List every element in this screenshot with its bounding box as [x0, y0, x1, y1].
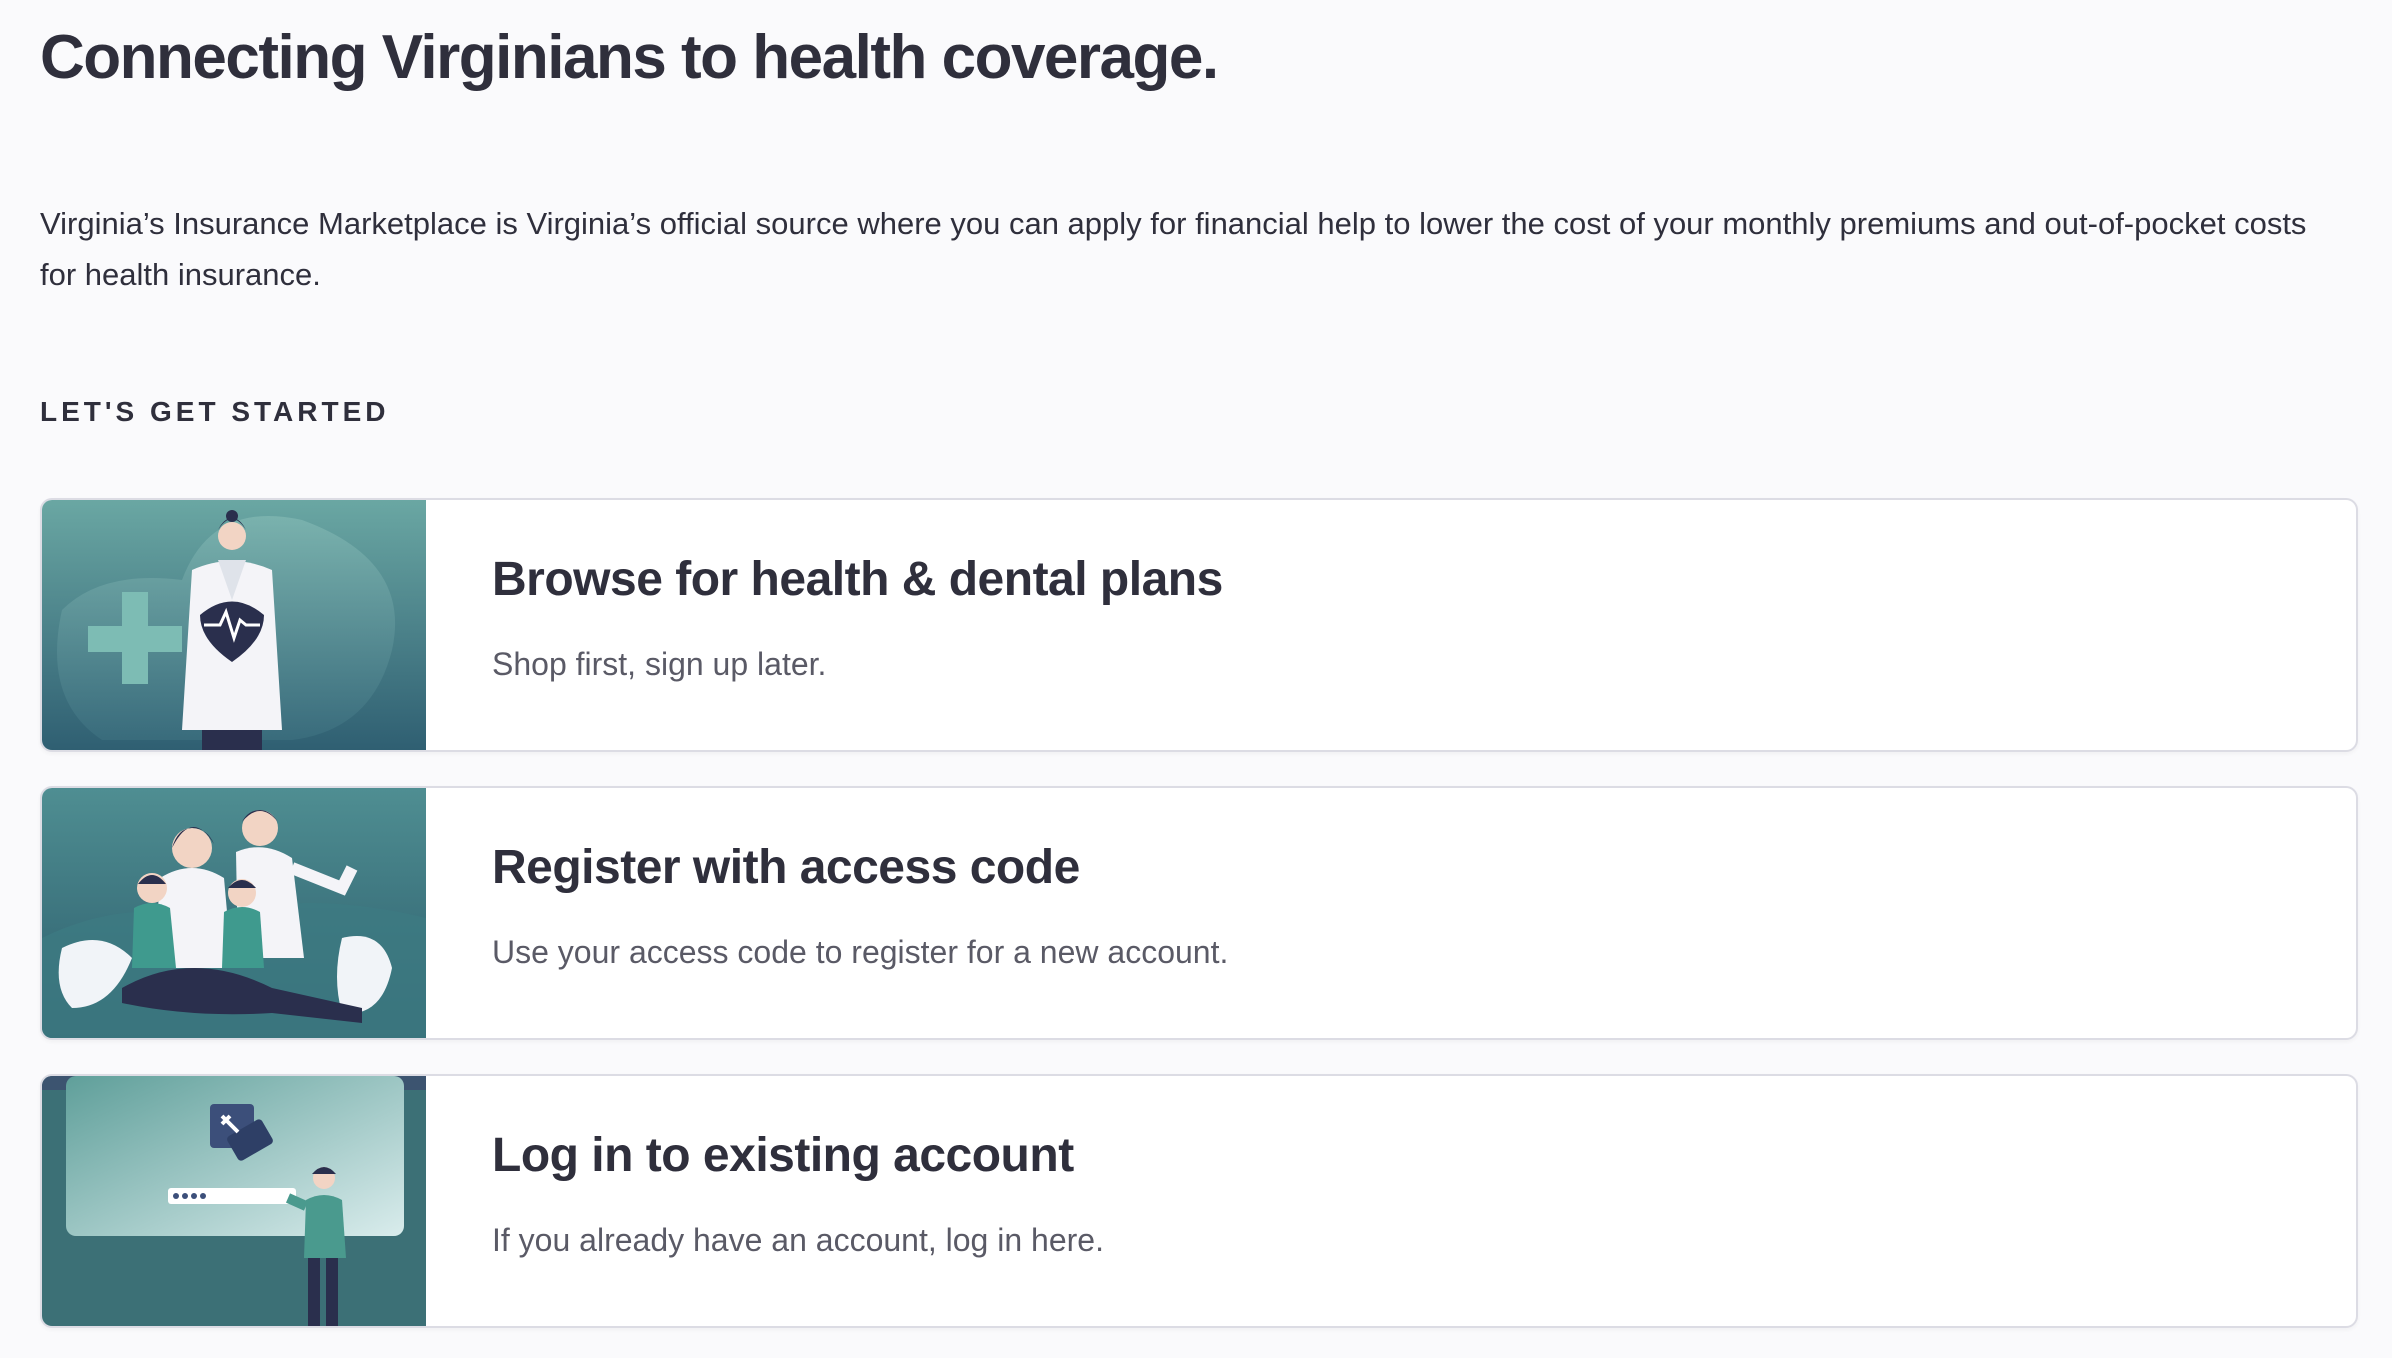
login-illustration	[42, 1076, 426, 1326]
register-card-title: Register with access code	[492, 841, 1080, 894]
browse-card-description: Shop first, sign up later.	[492, 646, 827, 682]
intro-text: Virginia’s Insurance Marketplace is Virg…	[40, 206, 2307, 292]
login-account-card[interactable]: Log in to existing account If you alread…	[40, 1074, 2358, 1328]
login-card-description: If you already have an account, log in h…	[492, 1222, 1104, 1258]
page-title: Connecting Virginians to health coverage…	[40, 23, 1219, 92]
section-label: LET'S GET STARTED	[40, 396, 390, 427]
login-card-title: Log in to existing account	[492, 1129, 1074, 1182]
page: Connecting Virginians to health coverage…	[0, 0, 2392, 1358]
register-access-code-card[interactable]: Register with access code Use your acces…	[40, 786, 2358, 1040]
register-card-description: Use your access code to register for a n…	[492, 934, 1229, 970]
browse-plans-card[interactable]: Browse for health & dental plans Shop fi…	[40, 498, 2358, 752]
browse-card-title: Browse for health & dental plans	[492, 553, 1223, 606]
doctor-illustration	[42, 500, 426, 750]
family-illustration	[42, 788, 426, 1038]
